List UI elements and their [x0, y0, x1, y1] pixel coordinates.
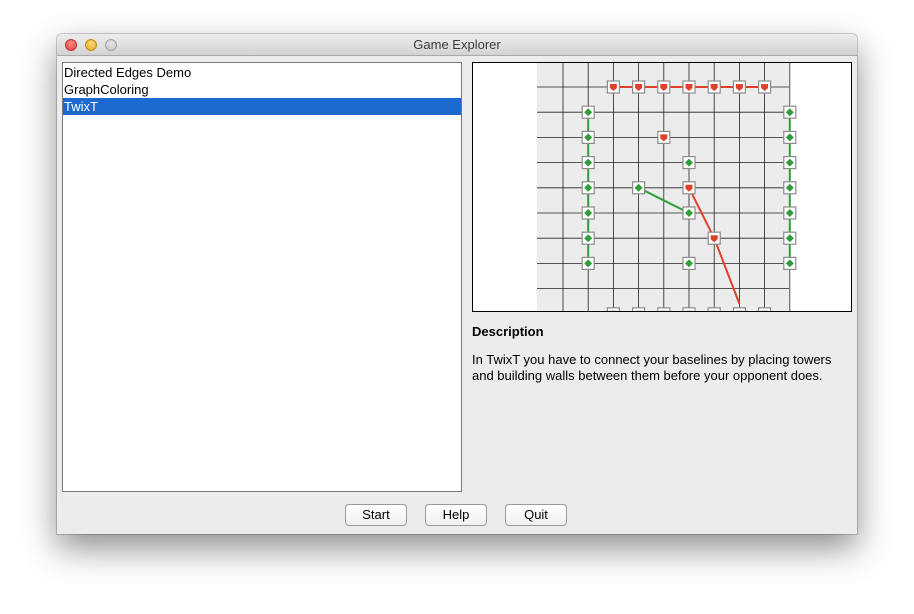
list-item-twixt[interactable]: TwixT — [63, 98, 461, 115]
games-list[interactable]: Directed Edges Demo GraphColoring TwixT — [62, 62, 462, 492]
peg-frame — [657, 307, 671, 311]
start-button[interactable]: Start — [345, 504, 407, 526]
board-background — [537, 63, 789, 311]
list-item-directed-edges-demo[interactable]: Directed Edges Demo — [63, 64, 461, 81]
peg-frame — [606, 307, 620, 311]
peg-frame — [732, 307, 746, 311]
twixt-board-preview — [537, 63, 797, 311]
help-button[interactable]: Help — [425, 504, 487, 526]
list-item-graphcoloring[interactable]: GraphColoring — [63, 81, 461, 98]
window-title: Game Explorer — [413, 37, 501, 52]
peg-frame — [758, 307, 772, 311]
description-heading: Description — [472, 324, 544, 339]
peg-frame — [682, 307, 696, 311]
title-bar[interactable]: Game Explorer — [57, 34, 857, 56]
game-explorer-window: Game Explorer Directed Edges Demo GraphC… — [57, 34, 857, 534]
game-preview-panel — [472, 62, 852, 312]
peg-frame — [632, 307, 646, 311]
description-text: In TwixT you have to connect your baseli… — [472, 352, 832, 383]
quit-button[interactable]: Quit — [505, 504, 567, 526]
peg-frame — [707, 307, 721, 311]
